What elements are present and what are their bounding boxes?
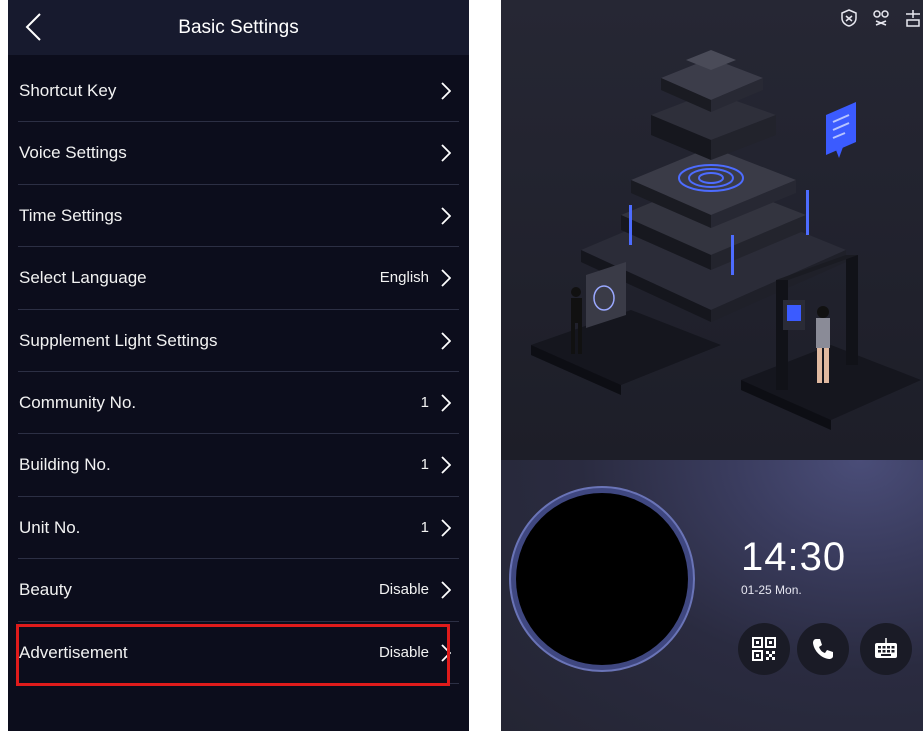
settings-item-community-no[interactable]: Community No. 1 [8,372,469,435]
chevron-right-icon [441,456,451,474]
settings-item-label: Select Language [19,268,147,288]
chevron-right-icon [441,144,451,163]
qr-code-button[interactable] [738,623,790,675]
settings-item-beauty[interactable]: Beauty Disable [8,559,469,622]
settings-item-value: English [379,269,429,287]
status-bar [839,8,923,30]
divider [18,682,459,684]
settings-item-label: Unit No. [19,517,81,537]
chevron-right-icon [441,394,451,412]
chevron-right-icon [441,207,451,225]
link-icon [873,10,889,26]
settings-item-value: Disable [378,581,429,599]
settings-item-value: 1 [420,518,429,536]
settings-item-label: Building No. [19,455,111,475]
settings-item-voice-settings[interactable]: Voice Settings [8,122,469,185]
settings-item-label: Shortcut Key [19,81,117,100]
keyboard-icon [875,638,897,658]
qr-code-icon [752,637,776,661]
chevron-right-icon [441,519,451,537]
chevron-right-icon [441,581,451,599]
settings-item-unit-no[interactable]: Unit No. 1 [8,497,469,560]
header-bar: Basic Settings [8,0,469,55]
call-panel: 14:30 01-25 Mon. [501,460,923,731]
settings-item-shortcut-key[interactable]: Shortcut Key [8,60,469,123]
video-preview-circle [516,493,688,665]
home-screen: 14:30 01-25 Mon. [501,0,923,731]
settings-item-label: Voice Settings [19,143,127,163]
chevron-right-icon [441,82,451,100]
call-button[interactable] [797,623,849,675]
clock-time: 14:30 [741,535,847,579]
settings-item-value: Disable [378,643,429,661]
shield-icon [841,9,857,27]
settings-item-label: Supplement Light Settings [19,330,218,350]
network-icon [906,10,920,27]
settings-item-building-no[interactable]: Building No. 1 [8,434,469,497]
clock-date: 01-25 Mon. [741,583,802,597]
settings-item-label: Beauty [19,580,72,600]
basic-settings-screen: Basic Settings Shortcut Key Voice Settin… [8,0,469,731]
chevron-right-icon [441,331,451,350]
chevron-right-icon [441,269,451,287]
settings-item-label: Time Settings [19,205,123,225]
settings-item-value: 1 [420,456,429,474]
settings-item-select-language[interactable]: Select Language English [8,247,469,310]
settings-list: Shortcut Key Voice Settings Time Setting… [8,60,469,684]
settings-item-time-settings[interactable]: Time Settings [8,185,469,248]
settings-item-supplement-light[interactable]: Supplement Light Settings [8,310,469,372]
keypad-button[interactable] [860,623,912,675]
settings-item-value: 1 [420,393,429,411]
chevron-right-icon [441,643,451,662]
settings-item-label: Advertisement [19,642,128,662]
illustration-banner [501,0,923,460]
phone-icon [813,639,833,659]
access-control-illustration [531,50,921,430]
page-title: Basic Settings [178,17,299,38]
settings-item-advertisement[interactable]: Advertisement Disable [8,622,469,684]
settings-item-label: Community No. [19,392,137,412]
